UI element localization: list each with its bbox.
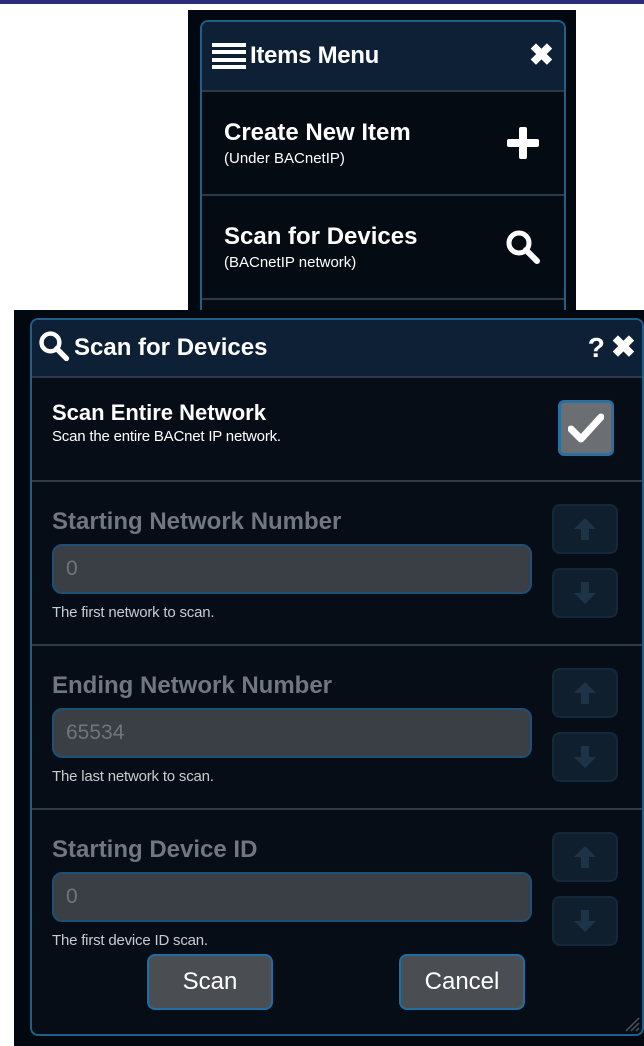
scan-entire-network-description: Scan the entire BACnet IP network. <box>52 428 281 445</box>
decrement-button[interactable] <box>552 896 618 946</box>
items-menu-header: Items Menu ✖ <box>202 22 564 92</box>
hamburger-icon[interactable] <box>212 41 246 71</box>
arrow-down-icon <box>574 582 596 604</box>
scan-entire-network-label: Scan Entire Network <box>52 400 266 425</box>
scan-button[interactable]: Scan <box>147 954 273 1010</box>
increment-button[interactable] <box>552 668 618 718</box>
starting-network-number-input[interactable]: 0 <box>52 544 532 594</box>
menu-item-create-new-item[interactable]: Create New Item (Under BACnetIP) <box>202 92 564 196</box>
increment-button[interactable] <box>552 504 618 554</box>
items-menu-title: Items Menu <box>250 42 380 69</box>
ending-network-number-section: Ending Network Number 65534 The last net… <box>32 646 642 810</box>
dialog-buttons: Scan Cancel <box>32 954 642 1010</box>
scan-dialog-backdrop: Scan for Devices ? ✖ Scan Entire Network… <box>14 310 644 1046</box>
close-icon[interactable]: ✖ <box>529 41 554 71</box>
search-icon <box>498 229 548 265</box>
scan-entire-network-checkbox[interactable] <box>558 400 614 456</box>
scan-dialog: Scan for Devices ? ✖ Scan Entire Network… <box>30 318 644 1036</box>
decrement-button[interactable] <box>552 568 618 618</box>
items-menu-panel: Items Menu ✖ Create New Item (Under BACn… <box>188 10 576 320</box>
starting-device-id-section: Starting Device ID 0 The first device ID… <box>32 810 642 1030</box>
arrow-down-icon <box>574 910 596 932</box>
starting-network-number-label: Starting Network Number <box>52 508 342 535</box>
checkmark-icon <box>568 413 604 443</box>
menu-item-label: Create New Item <box>224 119 411 146</box>
cancel-button[interactable]: Cancel <box>399 954 525 1010</box>
menu-item-scan-for-devices[interactable]: Scan for Devices (BACnetIP network) <box>202 196 564 300</box>
menu-item-sublabel: (Under BACnetIP) <box>224 150 345 167</box>
starting-network-number-hint: The first network to scan. <box>52 604 215 621</box>
decrement-button[interactable] <box>552 732 618 782</box>
plus-icon <box>498 126 548 160</box>
top-border <box>0 0 644 4</box>
arrow-up-icon <box>574 518 596 540</box>
increment-button[interactable] <box>552 832 618 882</box>
starting-device-id-input[interactable]: 0 <box>52 872 532 922</box>
close-icon[interactable]: ✖ <box>611 333 636 363</box>
arrow-down-icon <box>574 746 596 768</box>
starting-device-id-hint: The first device ID scan. <box>52 932 208 949</box>
ending-network-number-label: Ending Network Number <box>52 672 333 699</box>
menu-item-label: Scan for Devices <box>224 223 418 250</box>
starting-device-id-label: Starting Device ID <box>52 836 258 863</box>
scan-entire-network-row: Scan Entire Network Scan the entire BACn… <box>32 378 642 482</box>
arrow-up-icon <box>574 682 596 704</box>
ending-network-number-hint: The last network to scan. <box>52 768 214 785</box>
items-menu-window: Items Menu ✖ Create New Item (Under BACn… <box>200 20 566 320</box>
scan-dialog-title: Scan for Devices <box>74 334 268 361</box>
starting-network-number-section: Starting Network Number 0 The first netw… <box>32 482 642 646</box>
arrow-up-icon <box>574 846 596 868</box>
help-icon[interactable]: ? <box>588 332 605 364</box>
menu-item-sublabel: (BACnetIP network) <box>224 254 357 271</box>
ending-network-number-input[interactable]: 65534 <box>52 708 532 758</box>
search-icon <box>38 330 70 367</box>
resize-grip-icon[interactable] <box>622 1014 640 1032</box>
scan-dialog-header[interactable]: Scan for Devices ? ✖ <box>32 320 642 378</box>
